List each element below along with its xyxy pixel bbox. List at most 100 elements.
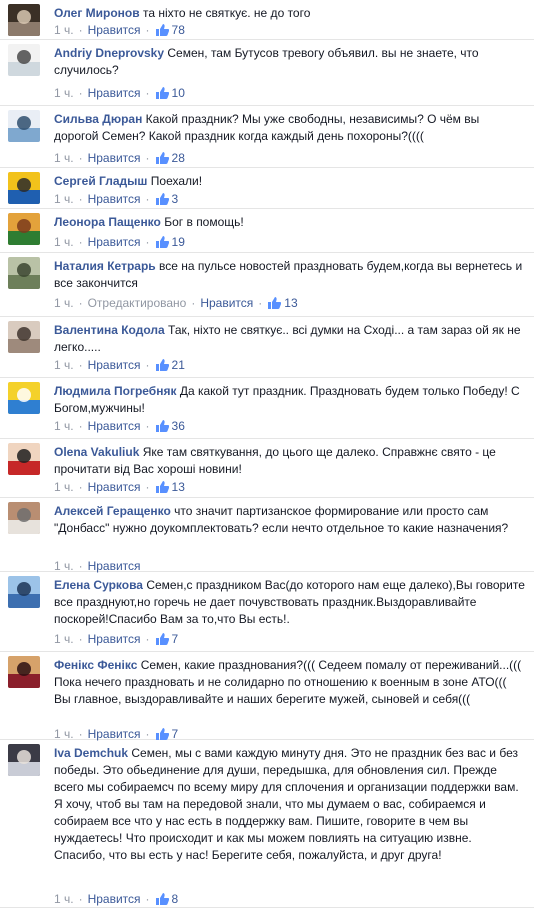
comment-author-link[interactable]: Andriy Dneprovsky [54, 46, 164, 60]
like-button[interactable]: Нравится [88, 151, 141, 165]
separator: · [78, 480, 83, 494]
separator: · [78, 358, 83, 372]
avatar[interactable] [8, 382, 40, 414]
avatar[interactable] [8, 172, 40, 204]
thumbs-up-icon[interactable] [155, 727, 169, 740]
like-count[interactable]: 3 [172, 192, 179, 206]
like-button[interactable]: Нравится [88, 419, 141, 433]
separator: · [258, 296, 263, 310]
comment: Сергей Гладыш Поехали! 1 ч. · Нравится · 3 [0, 168, 534, 209]
like-count[interactable]: 10 [172, 86, 185, 100]
comment-author-link[interactable]: Людмила Погребняк [54, 384, 176, 398]
comment-author-link[interactable]: Iva Demchuk [54, 746, 128, 760]
comment-timestamp[interactable]: 1 ч. [54, 559, 74, 573]
like-button[interactable]: Нравится [88, 559, 141, 573]
avatar[interactable] [8, 443, 40, 475]
like-button[interactable]: Нравится [88, 358, 141, 372]
like-button[interactable]: Нравится [88, 892, 141, 906]
thumbs-up-icon[interactable] [155, 192, 169, 205]
like-button[interactable]: Нравится [88, 23, 141, 37]
separator: · [78, 151, 83, 165]
avatar[interactable] [8, 257, 40, 289]
thumbs-up-icon[interactable] [155, 632, 169, 645]
comment-timestamp[interactable]: 1 ч. [54, 235, 74, 249]
like-button[interactable]: Нравится [88, 235, 141, 249]
avatar[interactable] [8, 44, 40, 76]
thumbs-up-icon[interactable] [155, 892, 169, 905]
comment-author-link[interactable]: Олег Миронов [54, 6, 140, 20]
thumbs-up-icon[interactable] [155, 235, 169, 248]
separator: · [145, 358, 150, 372]
like-count[interactable]: 13 [172, 480, 185, 494]
like-button[interactable]: Нравится [88, 480, 141, 494]
avatar[interactable] [8, 110, 40, 142]
like-count[interactable]: 78 [172, 23, 185, 37]
comment-author-link[interactable]: Olena Vakuliuk [54, 445, 139, 459]
separator: · [145, 727, 150, 741]
avatar[interactable] [8, 502, 40, 534]
comment-author-link[interactable]: Елена Суркова [54, 578, 143, 592]
comment-body: Леонора Пащенко Бог в помощь! [54, 214, 526, 231]
comment-meta: 1 ч. · Нравится · 8 [54, 891, 178, 907]
avatar[interactable] [8, 321, 40, 353]
thumbs-up-icon[interactable] [155, 151, 169, 164]
comment-meta: 1 ч. · Нравится · 7 [54, 631, 178, 647]
avatar[interactable] [8, 576, 40, 608]
thumbs-up-icon[interactable] [155, 23, 169, 36]
like-button[interactable]: Нравится [88, 727, 141, 741]
comment-timestamp[interactable]: 1 ч. [54, 151, 74, 165]
comment: Сильва Дюран Какой праздник? Мы уже своб… [0, 106, 534, 168]
comment-author-link[interactable]: Наталия Кетрарь [54, 259, 156, 273]
like-count[interactable]: 36 [172, 419, 185, 433]
comment-timestamp[interactable]: 1 ч. [54, 358, 74, 372]
separator: · [191, 296, 196, 310]
like-button[interactable]: Нравится [88, 192, 141, 206]
comment-timestamp[interactable]: 1 ч. [54, 192, 74, 206]
avatar[interactable] [8, 213, 40, 245]
thumbs-up-icon[interactable] [155, 358, 169, 371]
comment-timestamp[interactable]: 1 ч. [54, 480, 74, 494]
comment: Наталия Кетрарь все на пульсе новостей п… [0, 253, 534, 317]
avatar[interactable] [8, 744, 40, 776]
comment-author-link[interactable]: Алексей Геращенко [54, 504, 171, 518]
like-count[interactable]: 7 [172, 727, 179, 741]
separator: · [78, 296, 83, 310]
comment-meta: 1 ч. · Нравится · 36 [54, 418, 185, 434]
edited-label[interactable]: Отредактировано [88, 296, 187, 310]
comment-timestamp[interactable]: 1 ч. [54, 892, 74, 906]
separator: · [145, 235, 150, 249]
comment-timestamp[interactable]: 1 ч. [54, 419, 74, 433]
thumbs-up-icon[interactable] [155, 480, 169, 493]
separator: · [78, 235, 83, 249]
like-count[interactable]: 28 [172, 151, 185, 165]
thumbs-up-icon[interactable] [267, 296, 282, 309]
comment-author-link[interactable]: Фенікс Фенікс [54, 658, 137, 672]
like-count[interactable]: 21 [172, 358, 185, 372]
like-count[interactable]: 13 [284, 296, 297, 310]
comment-timestamp[interactable]: 1 ч. [54, 23, 74, 37]
comment-body: Andriy Dneprovsky Семен, там Бутусов тре… [54, 45, 526, 79]
comment-timestamp[interactable]: 1 ч. [54, 632, 74, 646]
comment-author-link[interactable]: Сильва Дюран [54, 112, 142, 126]
avatar[interactable] [8, 4, 40, 36]
comment-timestamp[interactable]: 1 ч. [54, 86, 74, 100]
thumbs-up-icon[interactable] [155, 419, 169, 432]
like-button[interactable]: Нравится [88, 86, 141, 100]
comment-timestamp[interactable]: 1 ч. [54, 296, 74, 310]
comment-author-link[interactable]: Леонора Пащенко [54, 215, 161, 229]
like-button[interactable]: Нравится [200, 296, 253, 310]
comment-author-link[interactable]: Валентина Кодола [54, 323, 165, 337]
comment-timestamp[interactable]: 1 ч. [54, 727, 74, 741]
comment-meta: 1 ч. · Нравится · 78 [54, 22, 185, 38]
like-count[interactable]: 8 [172, 892, 179, 906]
comment: Леонора Пащенко Бог в помощь! 1 ч. · Нравит… [0, 209, 534, 253]
thumbs-up-icon[interactable] [155, 86, 169, 99]
comment-author-link[interactable]: Сергей Гладыш [54, 174, 147, 188]
like-count[interactable]: 7 [172, 632, 179, 646]
separator: · [145, 192, 150, 206]
comment-body: Сильва Дюран Какой праздник? Мы уже своб… [54, 111, 526, 145]
avatar[interactable] [8, 656, 40, 688]
like-button[interactable]: Нравится [88, 632, 141, 646]
like-count[interactable]: 19 [172, 235, 185, 249]
comment-meta: 1 ч. · Нравится · 19 [54, 234, 185, 250]
